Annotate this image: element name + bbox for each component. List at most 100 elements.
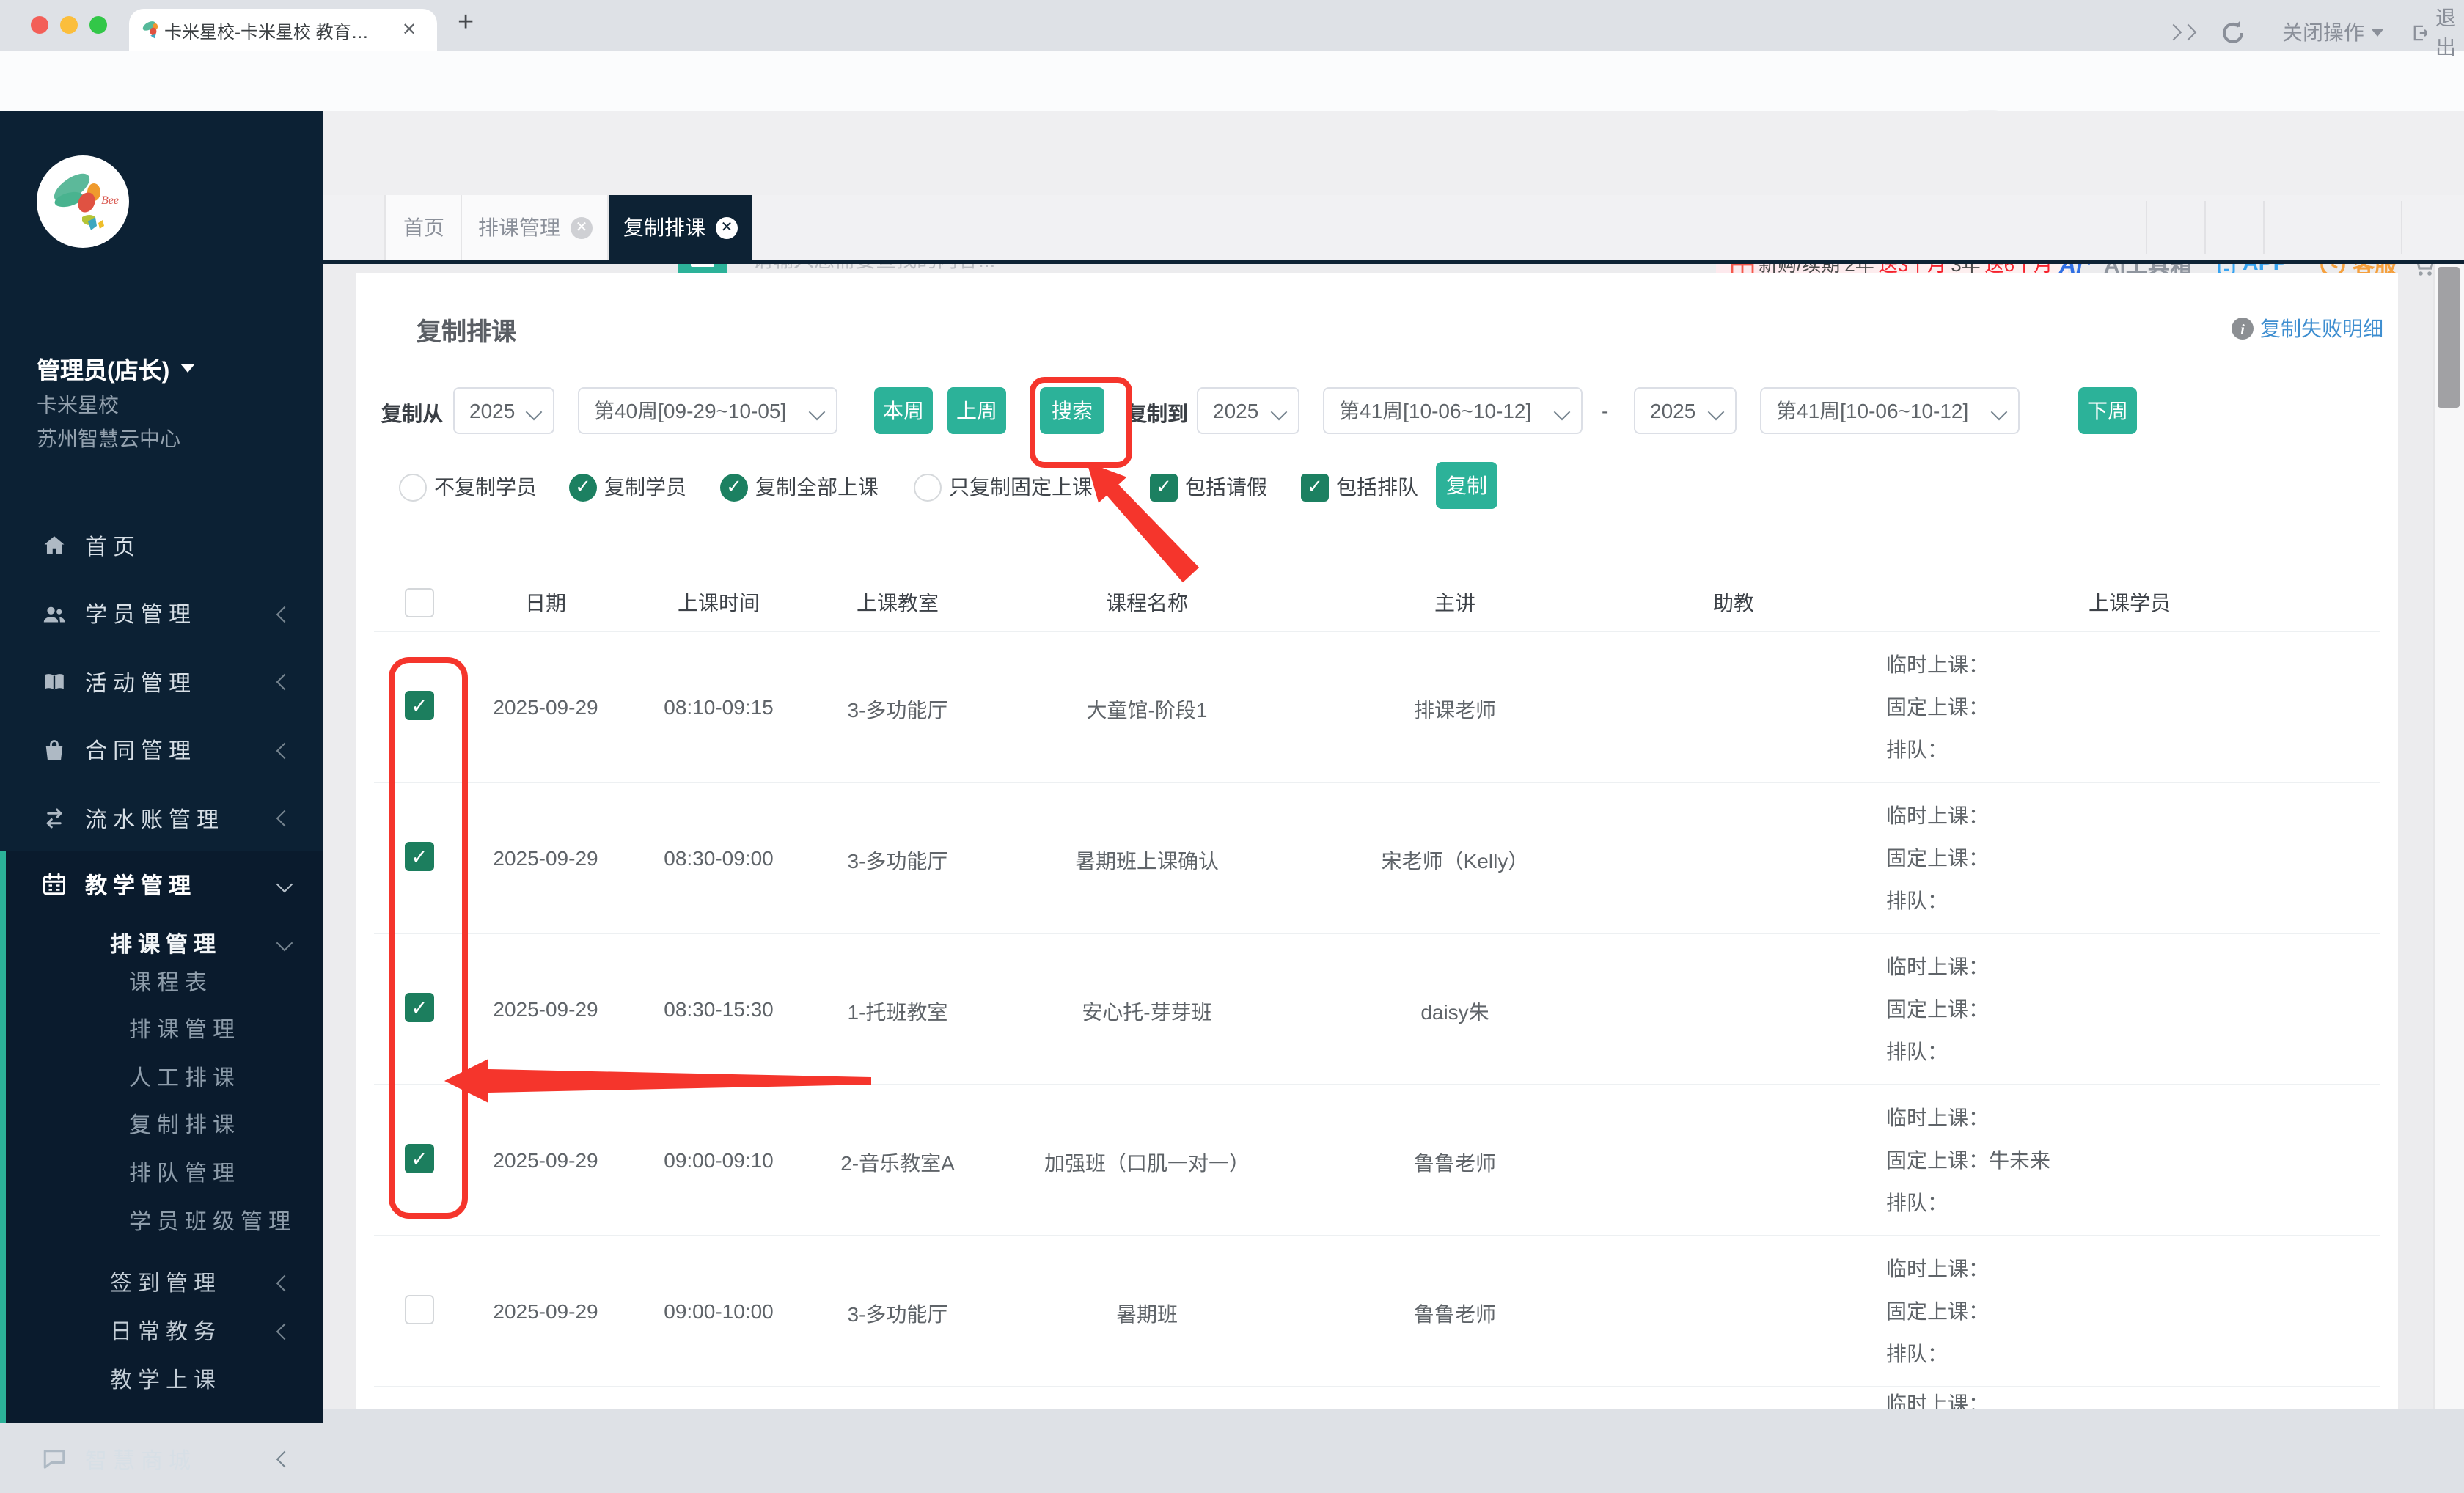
sidebar-subitem-4[interactable]: 排队管理 — [0, 1149, 323, 1196]
sidebar-item-mall[interactable]: 智慧商城 — [0, 1426, 323, 1493]
sidebar-subitem-label: 学员班级管理 — [129, 1209, 297, 1234]
scrollbar-track[interactable] — [2433, 264, 2464, 1409]
radio-icon[interactable]: ✓ — [720, 473, 748, 501]
browser-tab[interactable]: 卡米星校-卡米星校 教育培训... ✕ — [129, 9, 437, 51]
new-tab-button[interactable]: + — [458, 7, 474, 40]
minimize-window-button[interactable] — [60, 16, 78, 34]
sidebar-subitem-2[interactable]: 人工排课 — [0, 1053, 323, 1100]
chevron-left-icon — [276, 1450, 293, 1468]
tabbar-separator — [2204, 201, 2206, 254]
users-icon — [41, 601, 67, 627]
sidebar-item-contract[interactable]: 合同管理 — [0, 716, 323, 784]
option-复制学员[interactable]: ✓ 复制学员 — [569, 472, 686, 502]
cell-course: 大童馆-阶段1 — [1086, 698, 1208, 722]
column-header-课程名称: 课程名称 — [1106, 591, 1188, 615]
flow-icon — [41, 805, 67, 832]
column-header-助教: 助教 — [1713, 591, 1754, 615]
cell-queue-students: 排队： — [1886, 1191, 1948, 1214]
checkbox-icon[interactable]: ✓ — [1301, 473, 1329, 501]
row-checkbox[interactable] — [405, 1295, 434, 1324]
divider — [374, 933, 2380, 934]
radio-icon[interactable] — [914, 473, 942, 501]
from-year-select[interactable]: 2025 — [453, 387, 554, 434]
sidebar-item-label: 教学上课 — [110, 1368, 222, 1393]
option-包括请假[interactable]: ✓ 包括请假 — [1150, 472, 1267, 502]
user-role-menu[interactable]: 管理员(店长) — [37, 351, 195, 386]
sidebar-item-label: 日常教务 — [110, 1320, 222, 1345]
close-window-button[interactable] — [31, 16, 48, 34]
option-复制全部上课[interactable]: ✓ 复制全部上课 — [720, 472, 879, 502]
cell-teacher: 鲁鲁老师 — [1414, 1151, 1496, 1175]
close-operations-dropdown[interactable]: 关闭操作 — [2282, 0, 2383, 65]
to-year-start-select[interactable]: 2025 — [1197, 387, 1299, 434]
copy-button[interactable]: 复制 — [1436, 462, 1497, 509]
from-year-value: 2025 — [469, 399, 516, 422]
cell-time: 08:30-15:30 — [664, 997, 774, 1021]
tab-close-icon[interactable]: ✕ — [402, 19, 417, 40]
radio-icon[interactable]: ✓ — [569, 473, 597, 501]
chevron-left-icon — [276, 741, 293, 759]
tab-close-icon[interactable]: ✕ — [716, 216, 738, 238]
cell-course: 暑期班 — [1116, 1302, 1178, 1326]
annotation-box-search — [1030, 377, 1132, 468]
range-dash: - — [1602, 399, 1609, 422]
to-year-end-select[interactable]: 2025 — [1634, 387, 1737, 434]
tab-close-icon[interactable]: ✕ — [571, 216, 593, 238]
to-week-start-select[interactable]: 第41周[10-06~10-12] — [1323, 387, 1583, 434]
to-week-end-select[interactable]: 第41周[10-06~10-12] — [1760, 387, 2020, 434]
sidebar-subitem-5[interactable]: 学员班级管理 — [0, 1197, 323, 1244]
sidebar-item-teaching-0[interactable]: 签到管理 — [0, 1258, 323, 1307]
sidebar-item-teaching-2[interactable]: 教学上课 — [0, 1355, 323, 1404]
cell-room: 1-托班教室 — [847, 1000, 948, 1024]
tab-排课管理[interactable]: 排课管理 ✕ — [461, 195, 609, 260]
select-all-checkbox[interactable] — [405, 588, 434, 617]
copy-from-label: 复制从 — [381, 402, 443, 425]
sidebar-item-flow[interactable]: 流水账管理 — [0, 785, 323, 852]
next-week-button[interactable]: 下周 — [2078, 387, 2137, 434]
logout-button[interactable]: 退出 — [2413, 0, 2464, 65]
chevron-down-icon — [276, 934, 293, 952]
this-week-button[interactable]: 本周 — [874, 387, 933, 434]
option-只复制固定上课[interactable]: 只复制固定上课 — [914, 472, 1093, 502]
from-week-select[interactable]: 第40周[09-29~10-05] — [578, 387, 837, 434]
refresh-tab-icon[interactable] — [2221, 0, 2245, 65]
svg-text:i: i — [2240, 322, 2245, 338]
sidebar-subitem-0[interactable]: 课程表 — [0, 958, 323, 1005]
copy-fail-detail-link[interactable]: i 复制失败明细 — [2231, 314, 2383, 343]
option-包括排队[interactable]: ✓ 包括排队 — [1301, 472, 1418, 502]
cell-course: 加强班（口肌一对一） — [1044, 1151, 1250, 1175]
calendar-icon — [41, 871, 67, 898]
sidebar-subitem-1[interactable]: 排课管理 — [0, 1005, 323, 1052]
maximize-window-button[interactable] — [89, 16, 107, 34]
cell-fixed-students: 固定上课： — [1886, 695, 1989, 719]
cell-date: 2025-09-29 — [493, 1148, 598, 1172]
tab-label: 首页 — [403, 216, 444, 239]
cell-teacher: 宋老师（Kelly） — [1381, 849, 1529, 873]
browser-tab-title: 卡米星校-卡米星校 教育培训... — [164, 22, 381, 43]
site-favicon — [142, 21, 158, 39]
sidebar-item-activity[interactable]: 活动管理 — [0, 648, 323, 716]
cell-fixed-students: 固定上课： — [1886, 846, 1989, 870]
last-week-button[interactable]: 上周 — [947, 387, 1006, 434]
org-name: 苏州智慧云中心 — [37, 427, 180, 450]
logout-icon — [2413, 24, 2428, 40]
cell-teacher: 排课老师 — [1414, 698, 1496, 722]
sidebar-item-label: 智慧商城 — [85, 1448, 197, 1473]
info-icon: i — [2232, 318, 2254, 340]
cell-time: 08:10-09:15 — [664, 695, 774, 719]
sidebar-item-teaching-1[interactable]: 日常教务 — [0, 1307, 323, 1355]
scrollbar-thumb[interactable] — [2438, 267, 2460, 408]
tab-首页[interactable]: 首页 — [384, 195, 462, 260]
checkbox-icon[interactable]: ✓ — [1150, 473, 1178, 501]
option-不复制学员[interactable]: 不复制学员 — [399, 472, 537, 502]
sidebar-item-home[interactable]: 首页 — [0, 512, 323, 579]
to-week-start-value: 第41周[10-06~10-12] — [1339, 399, 1532, 422]
sidebar-subitem-label: 排课管理 — [129, 1018, 241, 1043]
sidebar-subitem-3[interactable]: 复制排课 — [0, 1101, 323, 1148]
tab-复制排课[interactable]: 复制排课 ✕ — [607, 195, 752, 260]
scroll-tabs-right-icon[interactable] — [2165, 0, 2197, 65]
sidebar-item-teaching[interactable]: 教学管理 — [0, 851, 323, 918]
browser-tabstrip: 卡米星校-卡米星校 教育培训... ✕ + — [0, 0, 2464, 51]
sidebar-item-users[interactable]: 学员管理 — [0, 580, 323, 648]
radio-icon[interactable] — [399, 473, 427, 501]
